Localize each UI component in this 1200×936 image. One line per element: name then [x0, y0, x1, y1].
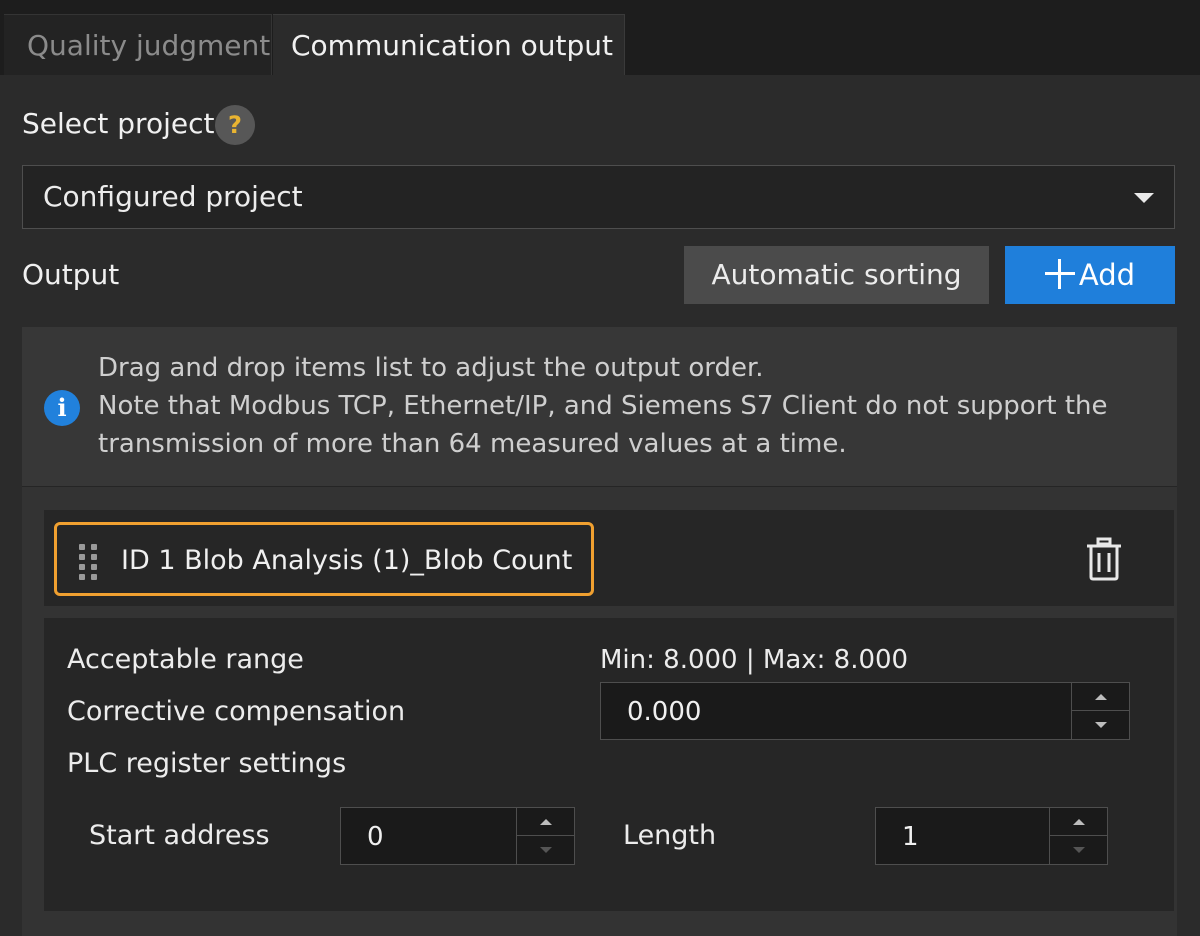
- chevron-down-icon: [1094, 722, 1107, 728]
- plus-icon: [1044, 259, 1075, 289]
- help-icon[interactable]: ?: [215, 105, 255, 145]
- automatic-sorting-button[interactable]: Automatic sorting: [684, 246, 989, 304]
- select-project-label: Select project: [22, 107, 215, 140]
- length-stepper: [1049, 808, 1107, 864]
- tab-communication-output[interactable]: Communication output: [273, 14, 625, 75]
- chevron-down-icon: [1072, 847, 1085, 853]
- start-address-label: Start address: [89, 820, 270, 851]
- chevron-up-icon: [1094, 693, 1107, 700]
- length-input[interactable]: 1: [875, 807, 1108, 865]
- start-address-stepper: [516, 808, 574, 864]
- compensation-increment-button[interactable]: [1072, 683, 1129, 711]
- notice-line-2: Note that Modbus TCP, Ethernet/IP, and S…: [98, 391, 1108, 421]
- compensation-stepper: [1071, 683, 1129, 739]
- acceptable-range-value: Min: 8.000 | Max: 8.000: [600, 645, 909, 675]
- length-increment-button[interactable]: [1050, 808, 1107, 836]
- add-button[interactable]: Add: [1005, 246, 1175, 304]
- notice-line-3: transmission of more than 64 measured va…: [98, 429, 847, 459]
- output-item-highlight[interactable]: ID 1 Blob Analysis (1)_Blob Count: [54, 522, 594, 596]
- output-item-details: Acceptable range Min: 8.000 | Max: 8.000…: [44, 618, 1174, 911]
- length-label: Length: [623, 820, 717, 851]
- output-item[interactable]: ID 1 Blob Analysis (1)_Blob Count: [44, 510, 1174, 606]
- output-item-label: ID 1 Blob Analysis (1)_Blob Count: [121, 545, 573, 576]
- communication-output-panel: Quality judgment Communication output Se…: [0, 0, 1200, 936]
- chevron-up-icon: [1072, 818, 1085, 825]
- compensation-decrement-button[interactable]: [1072, 711, 1129, 739]
- tab-quality-judgment[interactable]: Quality judgment: [4, 14, 272, 75]
- notice-text: Drag and drop items list to adjust the o…: [98, 349, 1168, 463]
- start-address-decrement-button[interactable]: [517, 836, 574, 864]
- start-address-value: 0: [367, 822, 384, 852]
- corrective-compensation-value: 0.000: [627, 697, 702, 727]
- output-label: Output: [22, 258, 120, 291]
- start-address-increment-button[interactable]: [517, 808, 574, 836]
- corrective-compensation-label: Corrective compensation: [67, 696, 406, 727]
- chevron-up-icon: [539, 818, 552, 825]
- notice-line-1: Drag and drop items list to adjust the o…: [98, 353, 764, 383]
- add-button-label: Add: [1078, 258, 1136, 292]
- start-address-input[interactable]: 0: [340, 807, 575, 865]
- plc-register-settings-label: PLC register settings: [67, 748, 347, 779]
- trash-icon[interactable]: [1086, 537, 1122, 581]
- tab-bar: Quality judgment Communication output: [0, 0, 1200, 75]
- drag-handle-icon[interactable]: [77, 544, 101, 580]
- chevron-down-icon: [539, 847, 552, 853]
- length-value: 1: [902, 822, 919, 852]
- chevron-down-icon: [1134, 193, 1154, 203]
- info-notice: i Drag and drop items list to adjust the…: [22, 327, 1177, 487]
- acceptable-range-label: Acceptable range: [67, 644, 304, 675]
- info-icon: i: [44, 390, 80, 426]
- output-list-panel: i Drag and drop items list to adjust the…: [22, 327, 1177, 936]
- corrective-compensation-input[interactable]: 0.000: [600, 682, 1130, 740]
- project-dropdown[interactable]: Configured project: [22, 165, 1175, 229]
- project-dropdown-value: Configured project: [43, 180, 303, 213]
- length-decrement-button[interactable]: [1050, 836, 1107, 864]
